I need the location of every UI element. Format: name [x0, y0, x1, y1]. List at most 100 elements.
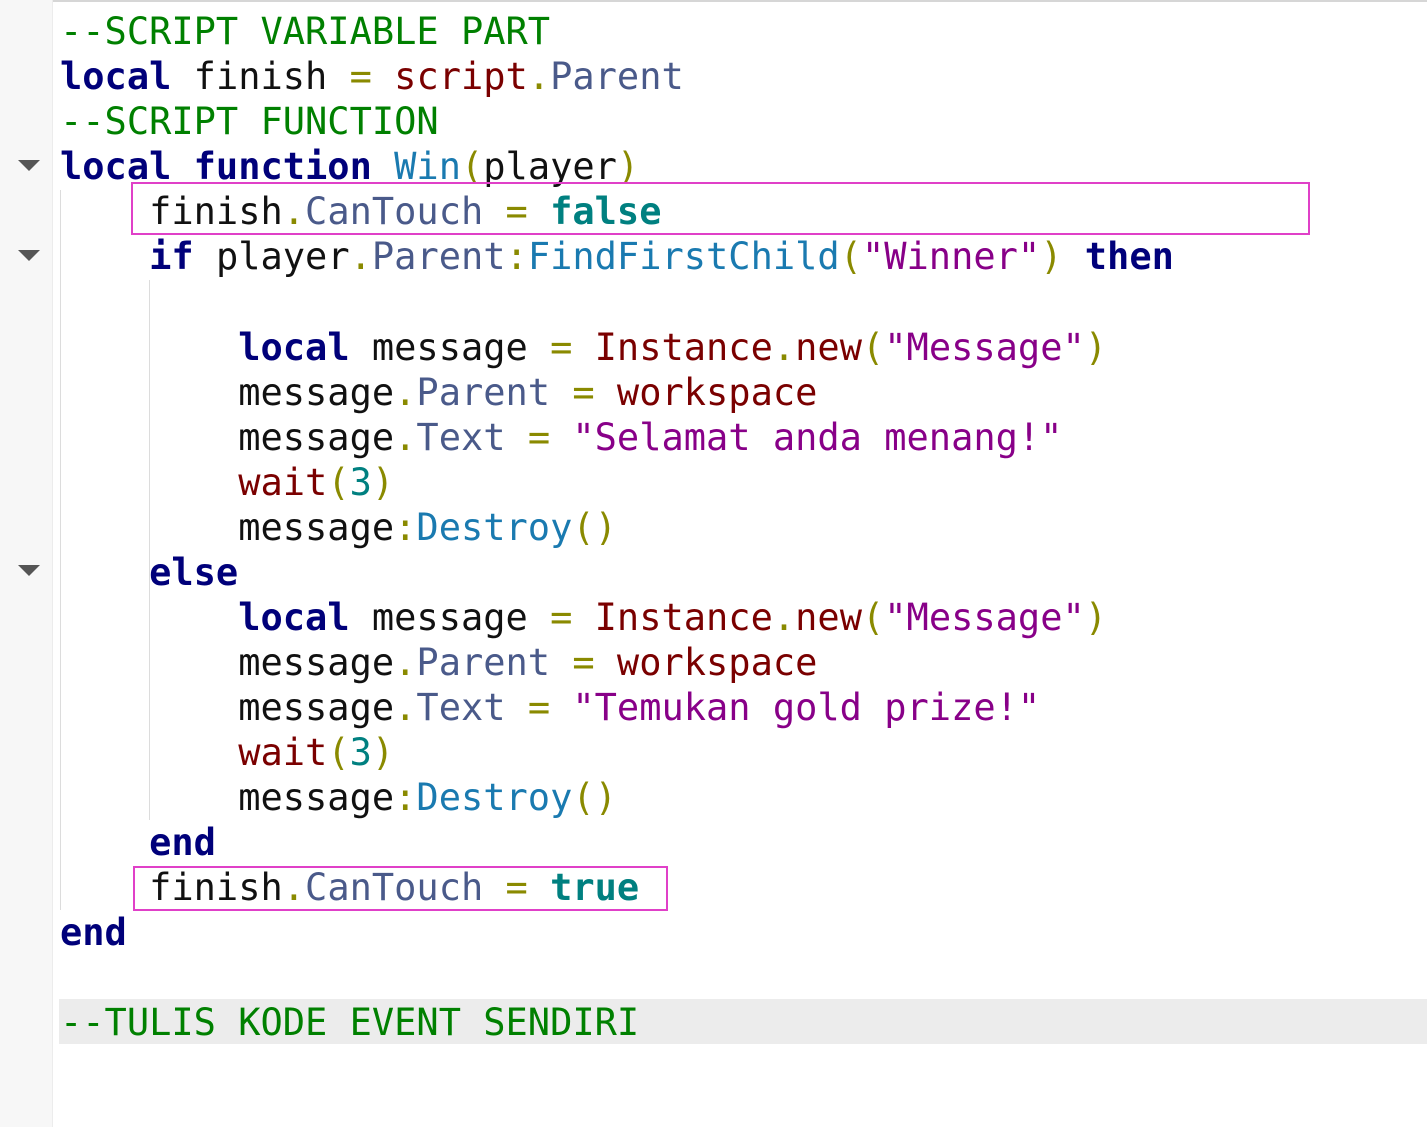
- code-line-17[interactable]: wait(3): [60, 730, 394, 775]
- code-token: (: [861, 326, 885, 369]
- code-token: Parent: [371, 235, 506, 278]
- code-token: FindFirstChild: [527, 235, 840, 278]
- code-line-21[interactable]: end: [60, 910, 127, 955]
- code-token: Parent: [416, 371, 551, 414]
- code-token: local: [60, 55, 172, 98]
- code-line-23[interactable]: --TULIS KODE EVENT SENDIRI: [60, 1000, 639, 1045]
- code-token: =: [349, 55, 372, 98]
- code-line-10[interactable]: message.Text = "Selamat anda menang!": [60, 415, 1062, 460]
- code-token: new: [795, 596, 862, 639]
- code-line-3[interactable]: --SCRIPT FUNCTION: [60, 99, 439, 144]
- code-token: =: [550, 326, 573, 369]
- code-token: ): [371, 731, 395, 774]
- fold-toggle-icon[interactable]: [18, 160, 40, 171]
- code-token: (: [327, 461, 350, 504]
- code-token: 3: [349, 461, 372, 504]
- code-token: end: [149, 821, 216, 864]
- code-token: .: [772, 326, 796, 369]
- fold-toggle-icon[interactable]: [18, 565, 40, 576]
- code-editor[interactable]: --SCRIPT VARIABLE PART local finish = scr…: [0, 0, 1427, 1127]
- code-line-1[interactable]: --SCRIPT VARIABLE PART: [60, 9, 550, 54]
- code-line-2[interactable]: local finish = script.Parent: [60, 54, 684, 99]
- code-token: end: [60, 911, 127, 954]
- code-token: Instance: [594, 596, 773, 639]
- code-token: (: [839, 235, 862, 278]
- editor-top-border: [0, 0, 1427, 2]
- code-token: .: [772, 596, 796, 639]
- code-token: wait: [238, 461, 328, 504]
- code-token: .: [394, 686, 417, 729]
- code-line-6[interactable]: if player.Parent:FindFirstChild("Winner"…: [60, 234, 1174, 279]
- fold-toggle-icon[interactable]: [18, 250, 40, 261]
- code-token: local: [238, 326, 350, 369]
- code-token: Parent: [416, 641, 551, 684]
- code-token: ): [1084, 326, 1108, 369]
- code-token: .: [394, 641, 417, 684]
- code-token: --TULIS KODE EVENT SENDIRI: [60, 1001, 640, 1044]
- code-line-12[interactable]: message:Destroy(): [60, 505, 617, 550]
- code-token: message: [349, 596, 551, 639]
- code-token: player: [193, 235, 350, 278]
- code-token: Instance: [594, 326, 773, 369]
- code-token: finish: [171, 55, 350, 98]
- code-token: =: [572, 371, 595, 414]
- code-token: "Selamat anda menang!": [572, 416, 1063, 459]
- code-token: 3: [349, 731, 372, 774]
- code-token: message: [60, 686, 395, 729]
- code-token: if: [149, 235, 194, 278]
- code-token: script: [394, 55, 528, 98]
- code-token: (: [327, 731, 350, 774]
- code-token: .: [349, 235, 372, 278]
- code-line-9[interactable]: message.Parent = workspace: [60, 370, 817, 415]
- code-line-8[interactable]: local message = Instance.new("Message"): [60, 325, 1107, 370]
- code-token: ): [1084, 596, 1108, 639]
- code-token: new: [795, 326, 862, 369]
- code-token: workspace: [616, 641, 818, 684]
- code-token: Parent: [550, 55, 684, 98]
- annotation-box: [133, 866, 668, 911]
- code-token: workspace: [616, 371, 818, 414]
- code-line-15[interactable]: message.Parent = workspace: [60, 640, 817, 685]
- code-token: wait: [238, 731, 328, 774]
- editor-gutter: [0, 0, 53, 1127]
- annotation-box: [131, 182, 1310, 235]
- code-token: message: [60, 776, 395, 819]
- code-token: message: [60, 416, 395, 459]
- code-token: :: [394, 776, 417, 819]
- code-token: (: [861, 596, 885, 639]
- code-line-11[interactable]: wait(3): [60, 460, 394, 505]
- code-token: (): [572, 776, 617, 819]
- code-line-19[interactable]: end: [60, 820, 216, 865]
- code-token: Text: [416, 686, 506, 729]
- code-token: .: [394, 416, 417, 459]
- code-token: local: [238, 596, 350, 639]
- code-line-13[interactable]: else: [60, 550, 238, 595]
- code-token: message: [60, 506, 395, 549]
- code-token: (): [572, 506, 617, 549]
- code-token: message: [349, 326, 551, 369]
- code-line-16[interactable]: message.Text = "Temukan gold prize!": [60, 685, 1040, 730]
- code-token: ): [1040, 235, 1063, 278]
- code-token: .: [394, 371, 417, 414]
- code-token: Destroy: [416, 506, 573, 549]
- code-line-14[interactable]: local message = Instance.new("Message"): [60, 595, 1107, 640]
- code-token: else: [149, 551, 239, 594]
- code-line-18[interactable]: message:Destroy(): [60, 775, 617, 820]
